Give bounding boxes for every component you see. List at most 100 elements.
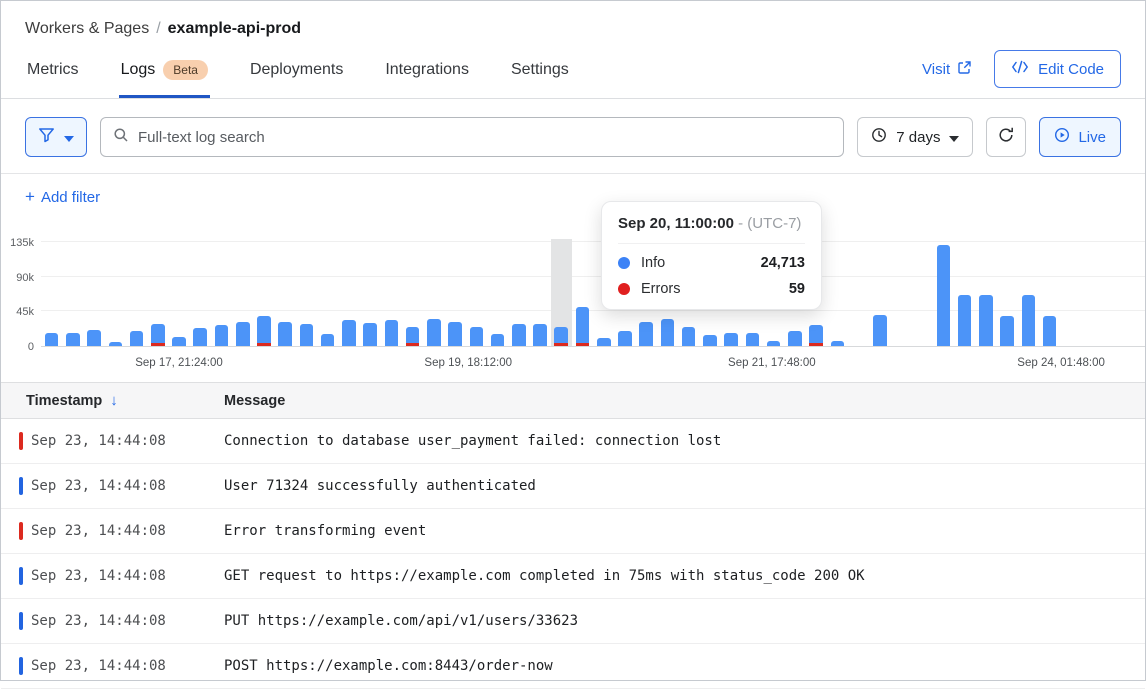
chart-bar[interactable] — [190, 239, 211, 346]
chart-bar[interactable] — [529, 239, 550, 346]
tab-integrations[interactable]: Integrations — [383, 49, 471, 97]
log-row-error[interactable]: Sep 23, 14:44:08Connection to database u… — [1, 419, 1145, 464]
chart-bar[interactable] — [997, 239, 1018, 346]
tab-logs[interactable]: LogsBeta — [119, 48, 210, 98]
log-row-info[interactable]: Sep 23, 14:44:08POST https://example.com… — [1, 644, 1145, 689]
edit-code-button[interactable]: Edit Code — [994, 50, 1121, 88]
search-input[interactable] — [138, 129, 831, 146]
tab-label: Integrations — [385, 61, 469, 79]
log-row-info[interactable]: Sep 23, 14:44:08GET request to https://e… — [1, 554, 1145, 599]
chart-bar — [890, 239, 911, 346]
refresh-button[interactable] — [986, 117, 1026, 157]
chart-bar[interactable] — [1039, 239, 1060, 346]
column-header-timestamp[interactable]: Timestamp ↓ — [1, 392, 224, 409]
tooltip-series-label: Errors — [641, 281, 680, 297]
chart-bar[interactable] — [360, 239, 381, 346]
tab-deployments[interactable]: Deployments — [248, 49, 345, 97]
filter-dropdown-button[interactable] — [25, 117, 87, 157]
timestamp-header-label: Timestamp — [26, 393, 102, 409]
chart-bar[interactable] — [317, 239, 338, 346]
errors-dot-icon — [618, 283, 630, 295]
log-row-info[interactable]: Sep 23, 14:44:08User 71324 successfully … — [1, 464, 1145, 509]
tab-bar: Metrics LogsBeta Deployments Integrations Se… — [1, 48, 1145, 99]
y-axis-tick-label: 90k — [16, 272, 34, 284]
log-message: User 71324 successfully authenticated — [224, 478, 536, 494]
sort-desc-icon[interactable]: ↓ — [110, 392, 118, 409]
info-dot-icon — [618, 257, 630, 269]
funnel-icon — [38, 127, 55, 147]
chart-bar[interactable] — [975, 239, 996, 346]
chart-tooltip: Sep 20, 11:00:00 - (UTC-7) Info24,713 Err… — [601, 201, 822, 310]
chart-bar[interactable] — [827, 239, 848, 346]
log-row-error[interactable]: Sep 23, 14:44:08Error transforming event — [1, 509, 1145, 554]
tooltip-timezone: - (UTC-7) — [738, 215, 801, 232]
log-message: Error transforming event — [224, 523, 426, 539]
chart-bar[interactable] — [105, 239, 126, 346]
x-axis-tick-label: Sep 19, 18:12:00 — [424, 357, 512, 369]
y-axis-tick-label: 45k — [16, 306, 34, 318]
breadcrumb: Workers & Pages / example-api-prod — [25, 20, 1121, 38]
chart-bar[interactable] — [83, 239, 104, 346]
chart-bar[interactable] — [296, 239, 317, 346]
chart-bar[interactable] — [402, 239, 423, 346]
chart-bar[interactable] — [423, 239, 444, 346]
edit-code-label: Edit Code — [1038, 61, 1104, 78]
chart-y-axis: 135k90k45k0 — [1, 239, 34, 347]
chart-bar[interactable] — [381, 239, 402, 346]
chart-bar[interactable] — [338, 239, 359, 346]
time-range-label: 7 days — [896, 129, 940, 146]
chart-bar[interactable] — [147, 239, 168, 346]
add-filter-button[interactable]: + Add filter — [1, 174, 124, 219]
chart-bar[interactable] — [41, 239, 62, 346]
chart-bar-hovered[interactable] — [551, 239, 572, 346]
log-timestamp: Sep 23, 14:44:08 — [23, 433, 224, 449]
chart-bar[interactable] — [869, 239, 890, 346]
chart-bar[interactable] — [211, 239, 232, 346]
tab-metrics[interactable]: Metrics — [25, 49, 81, 97]
visit-link[interactable]: Visit — [922, 60, 972, 79]
chart-bar — [1103, 239, 1124, 346]
chart-bar — [848, 239, 869, 346]
log-timestamp: Sep 23, 14:44:08 — [23, 568, 224, 584]
log-row-info[interactable]: Sep 23, 14:44:08PUT https://example.com/… — [1, 599, 1145, 644]
chart-bar — [912, 239, 933, 346]
chevron-down-icon — [949, 129, 959, 146]
chart-bar[interactable] — [253, 239, 274, 346]
live-label: Live — [1078, 129, 1106, 146]
chart-bar[interactable] — [168, 239, 189, 346]
tooltip-time: Sep 20, 11:00:00 — [618, 215, 734, 232]
chart-bar[interactable] — [572, 239, 593, 346]
tooltip-series-value: 59 — [789, 281, 805, 297]
chart-bar[interactable] — [508, 239, 529, 346]
chart-bar[interactable] — [954, 239, 975, 346]
tooltip-series-row: Errors 59 — [618, 281, 805, 297]
chart-bar[interactable] — [933, 239, 954, 346]
chart-bar[interactable] — [466, 239, 487, 346]
log-timestamp: Sep 23, 14:44:08 — [23, 613, 224, 629]
live-button[interactable]: Live — [1039, 117, 1121, 157]
table-header: Timestamp ↓ Message — [1, 382, 1145, 419]
time-range-dropdown[interactable]: 7 days — [857, 117, 973, 157]
add-filter-label: Add filter — [41, 189, 100, 206]
y-axis-tick-label: 135k — [10, 237, 34, 249]
breadcrumb-parent[interactable]: Workers & Pages — [25, 20, 149, 38]
chart-bar[interactable] — [1018, 239, 1039, 346]
code-icon — [1011, 60, 1029, 78]
chart-bar[interactable] — [487, 239, 508, 346]
external-link-icon — [957, 60, 972, 79]
tab-settings[interactable]: Settings — [509, 49, 571, 97]
chart-bar[interactable] — [232, 239, 253, 346]
tooltip-series-row: Info24,713 — [618, 255, 805, 271]
chart-bar[interactable] — [275, 239, 296, 346]
log-timestamp: Sep 23, 14:44:08 — [23, 523, 224, 539]
play-circle-icon — [1054, 127, 1070, 147]
chart-bar[interactable] — [444, 239, 465, 346]
tooltip-series-value: 24,713 — [761, 255, 805, 271]
chart-bar — [1124, 239, 1145, 346]
beta-badge: Beta — [163, 60, 208, 80]
chart-bar[interactable] — [126, 239, 147, 346]
tab-label: Deployments — [250, 61, 343, 79]
chart-bar[interactable] — [62, 239, 83, 346]
log-table: Timestamp ↓ Message Sep 23, 14:44:08Conn… — [1, 382, 1145, 689]
column-header-message: Message — [224, 393, 285, 409]
